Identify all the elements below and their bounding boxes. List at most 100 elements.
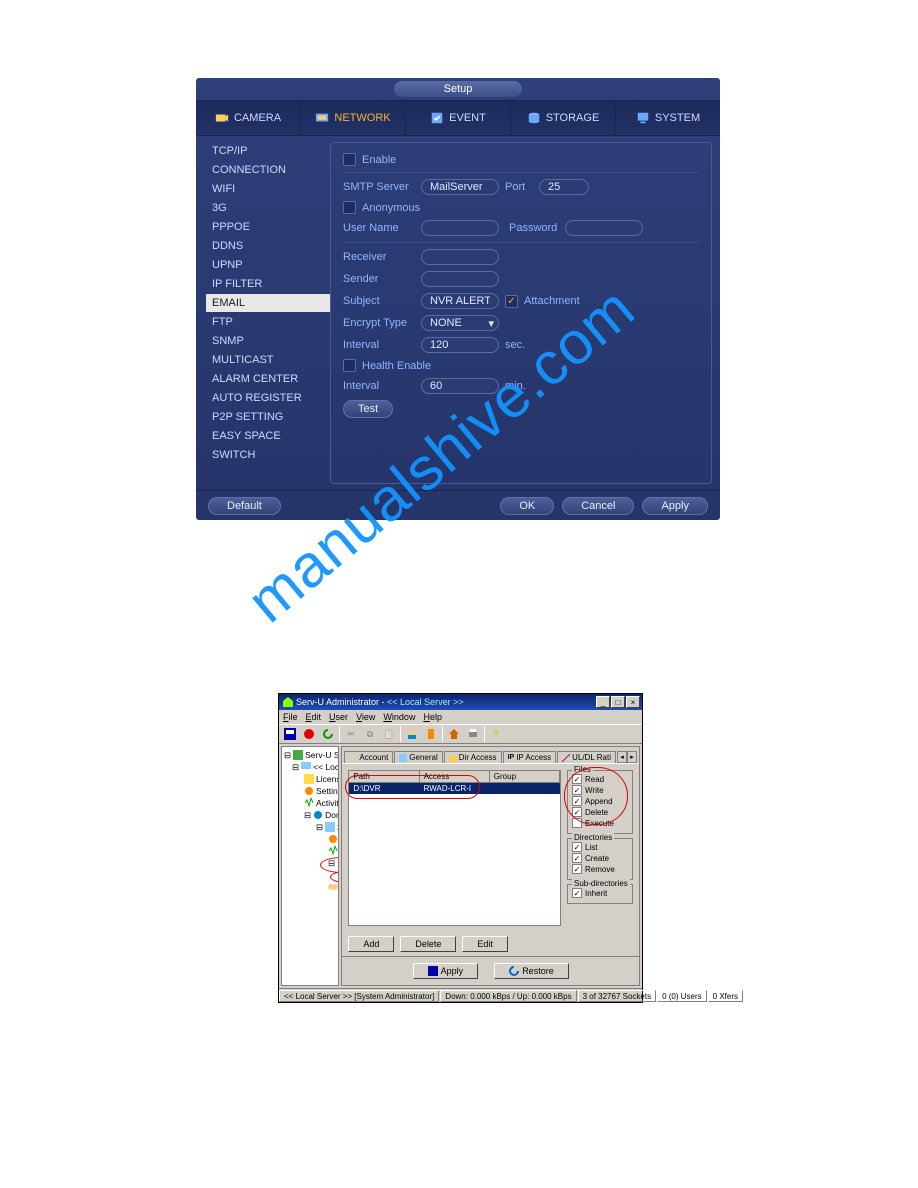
sidebar-connection[interactable]: CONNECTION bbox=[206, 161, 330, 179]
tool-cut-icon[interactable]: ✂ bbox=[342, 726, 360, 742]
perm-execute[interactable]: Execute bbox=[572, 818, 628, 828]
perm-list[interactable]: ✓List bbox=[572, 842, 628, 852]
sidebar-snmp[interactable]: SNMP bbox=[206, 332, 330, 350]
tool-help-icon[interactable]: ? bbox=[487, 726, 505, 742]
perm-write[interactable]: ✓Write bbox=[572, 785, 628, 795]
subj-input[interactable] bbox=[421, 293, 499, 309]
tool-save-icon[interactable] bbox=[281, 726, 299, 742]
utab-account[interactable]: Account bbox=[344, 751, 393, 763]
recv-input[interactable] bbox=[421, 249, 499, 265]
tool-wizard-icon[interactable] bbox=[422, 726, 440, 742]
sidebar-pppoe[interactable]: PPPOE bbox=[206, 218, 330, 236]
smtp-input[interactable] bbox=[421, 179, 499, 195]
restore-button[interactable]: Restore bbox=[494, 963, 569, 979]
sidebar-3g[interactable]: 3G bbox=[206, 199, 330, 217]
pass-input[interactable] bbox=[565, 220, 643, 236]
tree-activity[interactable]: Activity bbox=[284, 797, 336, 809]
int1-input[interactable] bbox=[421, 337, 499, 353]
perm-read[interactable]: ✓Read bbox=[572, 774, 628, 784]
enc-select[interactable]: NONE ▾ bbox=[421, 315, 499, 331]
tab-scroll-left[interactable]: ◂ bbox=[617, 751, 627, 763]
path-list[interactable]: D:\DVR RWAD-LCR-I bbox=[348, 783, 561, 926]
sidebar-switch[interactable]: SWITCH bbox=[206, 446, 330, 464]
apply-button-servu[interactable]: Apply bbox=[413, 963, 479, 979]
perm-append[interactable]: ✓Append bbox=[572, 796, 628, 806]
sidebar-upnp[interactable]: UPNP bbox=[206, 256, 330, 274]
tree-dom-settings[interactable]: Settings bbox=[284, 833, 336, 845]
utab-ipaccess[interactable]: IP IP Access bbox=[503, 751, 557, 763]
apply-button[interactable]: Apply bbox=[642, 497, 708, 515]
add-button[interactable]: Add bbox=[348, 936, 394, 952]
int2-input[interactable] bbox=[421, 378, 499, 394]
perm-inherit[interactable]: ✓Inherit bbox=[572, 888, 628, 898]
utab-diraccess[interactable]: Dir Access bbox=[444, 751, 502, 763]
utab-uldlratio[interactable]: UL/DL Rati bbox=[557, 751, 616, 763]
tool-copy-icon[interactable]: ⧉ bbox=[361, 726, 379, 742]
utab-general[interactable]: General bbox=[394, 751, 442, 763]
send-input[interactable] bbox=[421, 271, 499, 287]
tree-user[interactable]: zhy bbox=[284, 869, 339, 881]
port-input[interactable] bbox=[539, 179, 589, 195]
tool-paste-icon[interactable]: 📋 bbox=[380, 726, 398, 742]
path-row[interactable]: D:\DVR RWAD-LCR-I bbox=[349, 783, 560, 794]
tree-settings[interactable]: Settings bbox=[284, 785, 336, 797]
col-access[interactable]: Access bbox=[420, 771, 490, 782]
col-path[interactable]: Path bbox=[349, 771, 419, 782]
menu-help[interactable]: Help bbox=[423, 712, 442, 722]
ok-button[interactable]: OK bbox=[500, 497, 554, 515]
maximize-button[interactable]: □ bbox=[611, 696, 625, 708]
tree-domain[interactable]: ⊟ zhongfu bbox=[284, 821, 336, 833]
tab-network[interactable]: NETWORK bbox=[301, 101, 406, 135]
tab-system[interactable]: SYSTEM bbox=[616, 101, 720, 135]
tab-event[interactable]: EVENT bbox=[406, 101, 511, 135]
enable-checkbox[interactable] bbox=[343, 153, 356, 166]
menu-file[interactable]: File bbox=[283, 712, 298, 722]
test-button[interactable]: Test bbox=[343, 400, 393, 418]
attach-checkbox[interactable]: ✓ bbox=[505, 295, 518, 308]
col-group[interactable]: Group bbox=[490, 771, 560, 782]
tool-newuser-icon[interactable] bbox=[403, 726, 421, 742]
tree-license[interactable]: License bbox=[284, 773, 336, 785]
tree-dom-activity[interactable]: Activity bbox=[284, 845, 336, 857]
close-button[interactable]: × bbox=[626, 696, 640, 708]
user-input[interactable] bbox=[421, 220, 499, 236]
sidebar-p2psetting[interactable]: P2P SETTING bbox=[206, 408, 330, 426]
menu-user[interactable]: User bbox=[329, 712, 348, 722]
cancel-button[interactable]: Cancel bbox=[562, 497, 634, 515]
tree-users[interactable]: ⊟ Users bbox=[284, 857, 336, 869]
tab-camera[interactable]: CAMERA bbox=[196, 101, 301, 135]
anon-checkbox[interactable] bbox=[343, 201, 356, 214]
sidebar-wifi[interactable]: WIFI bbox=[206, 180, 330, 198]
sidebar-multicast[interactable]: MULTICAST bbox=[206, 351, 330, 369]
perm-create[interactable]: ✓Create bbox=[572, 853, 628, 863]
default-button[interactable]: Default bbox=[208, 497, 281, 515]
tool-stop-icon[interactable] bbox=[300, 726, 318, 742]
tool-refresh-icon[interactable] bbox=[319, 726, 337, 742]
tool-print-icon[interactable] bbox=[464, 726, 482, 742]
tab-scroll-right[interactable]: ▸ bbox=[627, 751, 637, 763]
sidebar-autoregister[interactable]: AUTO REGISTER bbox=[206, 389, 330, 407]
menu-edit[interactable]: Edit bbox=[306, 712, 322, 722]
perm-delete[interactable]: ✓Delete bbox=[572, 807, 628, 817]
minimize-button[interactable]: _ bbox=[596, 696, 610, 708]
sidebar-email[interactable]: EMAIL bbox=[206, 294, 330, 312]
tree-groups[interactable]: Groups bbox=[284, 881, 336, 893]
sidebar-ftp[interactable]: FTP bbox=[206, 313, 330, 331]
menu-window[interactable]: Window bbox=[383, 712, 415, 722]
menu-view[interactable]: View bbox=[356, 712, 375, 722]
servu-tree[interactable]: ⊟ Serv-U Servers ⊟ << Local Server >> Li… bbox=[281, 746, 339, 986]
sidebar-ddns[interactable]: DDNS bbox=[206, 237, 330, 255]
health-checkbox[interactable] bbox=[343, 359, 356, 372]
tool-home-icon[interactable] bbox=[445, 726, 463, 742]
tree-domains[interactable]: ⊟ Domains bbox=[284, 809, 336, 821]
tree-localserver[interactable]: ⊟ << Local Server >> bbox=[284, 761, 336, 773]
tree-root[interactable]: ⊟ Serv-U Servers bbox=[284, 749, 336, 761]
delete-button[interactable]: Delete bbox=[400, 936, 456, 952]
sidebar-tcpip[interactable]: TCP/IP bbox=[206, 142, 330, 160]
perm-remove[interactable]: ✓Remove bbox=[572, 864, 628, 874]
sidebar-alarmcenter[interactable]: ALARM CENTER bbox=[206, 370, 330, 388]
edit-button[interactable]: Edit bbox=[462, 936, 508, 952]
sidebar-ipfilter[interactable]: IP FILTER bbox=[206, 275, 330, 293]
tab-storage[interactable]: STORAGE bbox=[511, 101, 616, 135]
sidebar-easyspace[interactable]: EASY SPACE bbox=[206, 427, 330, 445]
